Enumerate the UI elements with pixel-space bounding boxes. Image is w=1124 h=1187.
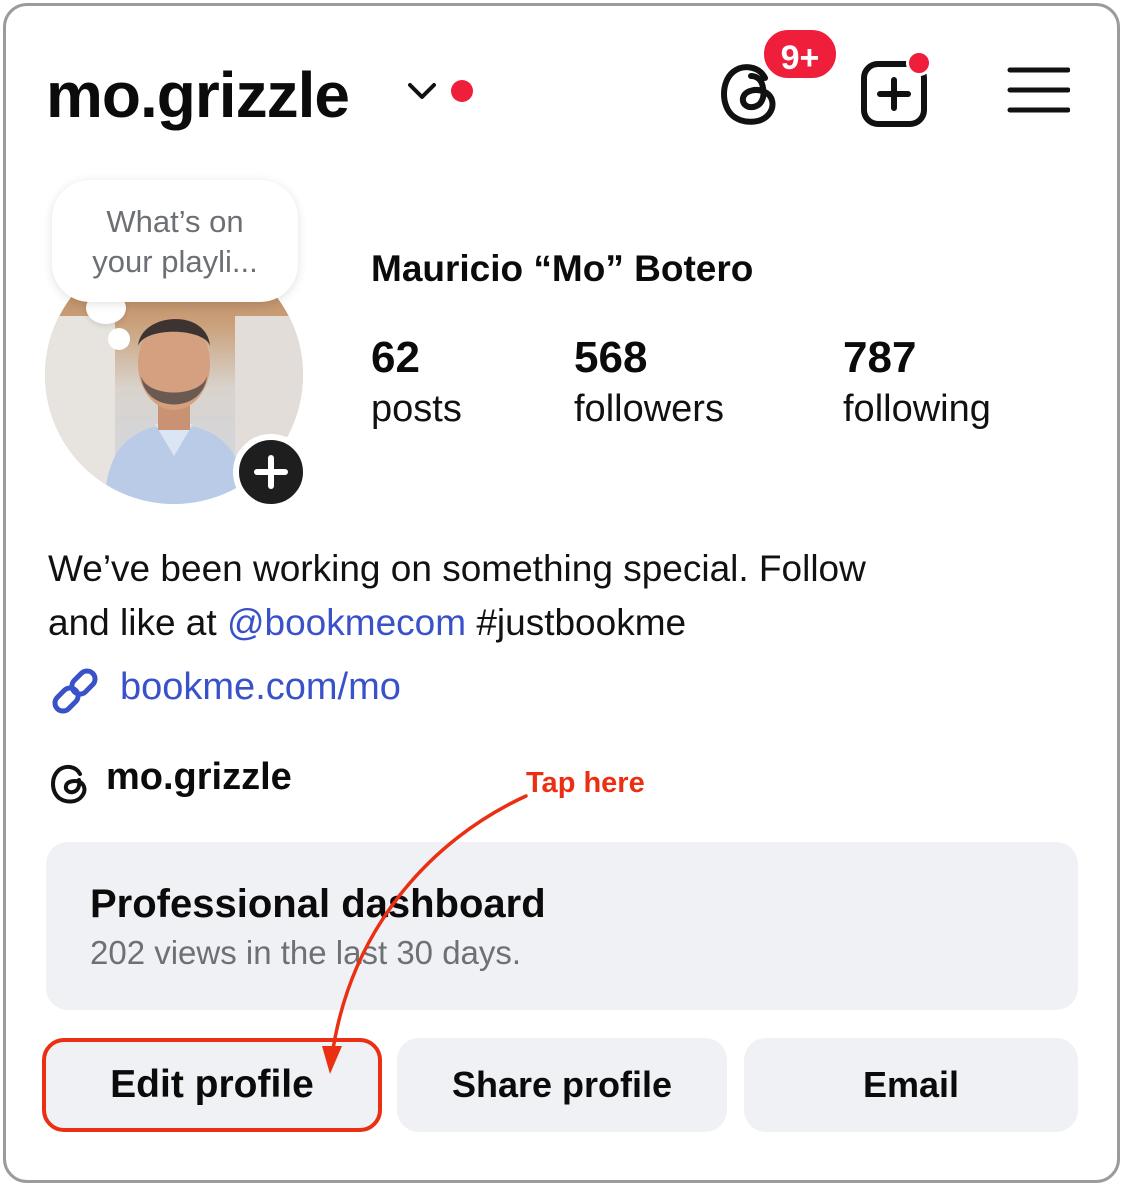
full-name: Mauricio “Mo” Botero [371,248,754,289]
professional-dashboard[interactable]: Professional dashboard 202 views in the … [46,842,1078,1010]
stat-value: 62 [371,333,420,382]
menu-icon[interactable] [1006,62,1070,118]
share-profile-button[interactable]: Share profile [397,1038,727,1132]
stat-followers[interactable]: 568 followers [574,332,724,434]
dashboard-title: Professional dashboard [90,882,546,926]
stat-label: following [843,388,991,430]
bio-hashtag[interactable]: #justbookme [466,602,686,643]
threads-small-icon [51,764,87,804]
bio-line-2: and like at @bookmecom #justbookme [48,596,1088,650]
stat-label: followers [574,388,724,430]
stat-value: 787 [843,333,917,382]
email-button[interactable]: Email [744,1038,1078,1132]
stat-value: 568 [574,333,648,382]
new-post-dot [906,50,932,76]
link-icon [52,668,98,714]
account-notification-dot [451,80,473,102]
note-bubble[interactable]: What’s on your playli... [52,180,298,302]
chevron-down-icon[interactable] [402,76,442,106]
stat-label: posts [371,388,462,430]
stat-posts[interactable]: 62 posts [371,332,462,434]
stat-following[interactable]: 787 following [843,332,991,434]
edit-profile-button[interactable]: Edit profile [42,1038,382,1132]
username-switcher[interactable]: mo.grizzle [46,58,350,132]
add-story-icon[interactable] [233,434,309,510]
tap-here-annotation: Tap here [526,767,645,799]
note-bubble-tail-small [108,328,130,350]
bio-line-2-prefix: and like at [48,602,227,643]
threads-handle[interactable]: mo.grizzle [106,756,292,799]
notification-badge: 9+ [760,26,840,82]
bio-mention-link[interactable]: @bookmecom [227,602,466,643]
bio: We’ve been working on something special.… [48,542,1088,650]
profile-link-text[interactable]: bookme.com/mo [120,666,401,709]
dashboard-subtitle: 202 views in the last 30 days. [90,934,522,971]
bio-line-1: We’ve been working on something special.… [48,548,866,589]
